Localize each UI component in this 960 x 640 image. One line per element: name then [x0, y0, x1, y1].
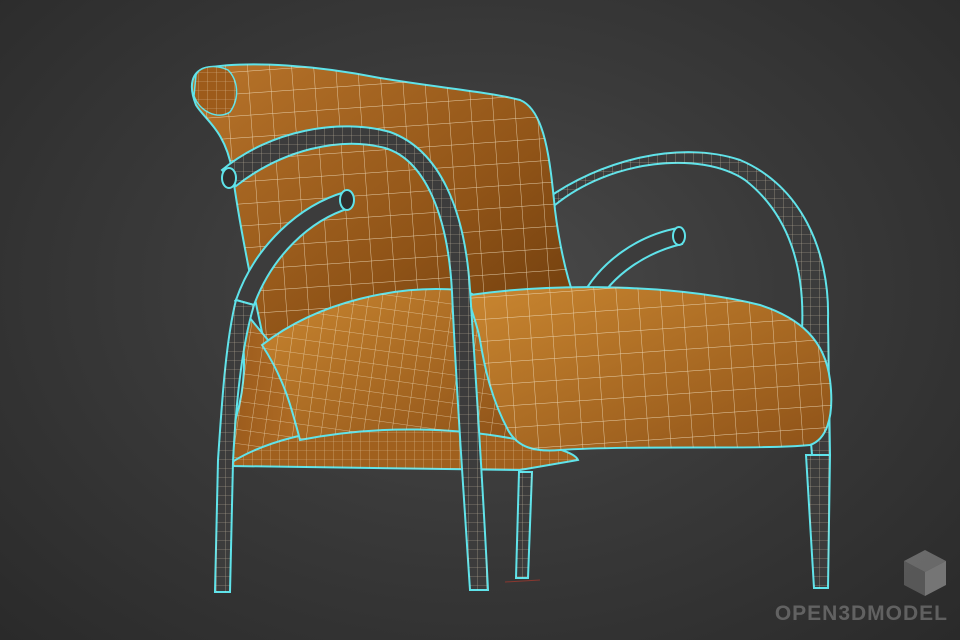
cube-logo-icon [904, 550, 946, 596]
seat-cushion [468, 286, 833, 452]
armchair-wireframe-render [190, 63, 833, 593]
watermark-text: OPEN3DMODEL [774, 602, 948, 625]
render-viewport: OPEN3DMODEL [0, 0, 960, 640]
watermark: OPEN3DMODEL [775, 548, 948, 626]
rear-left-leg [514, 471, 534, 579]
